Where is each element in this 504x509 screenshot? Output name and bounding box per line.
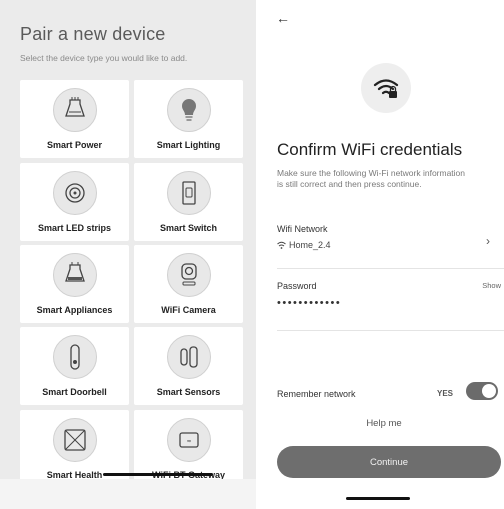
device-tile-label: Smart Lighting — [156, 140, 221, 150]
device-picker-screen: Pair a new device Select the device type… — [0, 0, 256, 509]
wall-switch-icon — [166, 171, 211, 215]
device-tile-label: Smart Power — [46, 140, 103, 150]
toggle-knob — [482, 384, 496, 398]
wifi-lock-icon — [361, 63, 411, 113]
remember-state-text: YES — [437, 389, 454, 398]
sensor-icon — [166, 335, 211, 379]
device-tile-smart-doorbell[interactable]: Smart Doorbell — [20, 327, 129, 405]
light-bulb-icon — [166, 88, 211, 132]
camera-icon — [166, 253, 211, 297]
home-indicator — [346, 497, 410, 500]
divider — [277, 330, 504, 331]
device-tile-label: Smart LED strips — [37, 223, 112, 233]
device-tile-smart-sensors[interactable]: Smart Sensors — [134, 327, 243, 405]
device-tile-wifi-bt-gateway[interactable]: ≈ WiFi BT Gateway — [134, 410, 243, 488]
device-tile-smart-power[interactable]: Smart Power — [20, 80, 129, 158]
help-link[interactable]: Help me — [264, 418, 504, 429]
device-tile-smart-led-strips[interactable]: Smart LED strips — [20, 163, 129, 241]
wifi-icon — [277, 241, 286, 249]
page-title: Pair a new device — [20, 24, 166, 44]
back-arrow-icon[interactable]: ← — [276, 10, 290, 26]
wifi-credentials-screen: ← Confirm WiFi credentials Make sure the… — [264, 0, 504, 509]
divider — [277, 268, 504, 269]
device-tile-label: Smart Appliances — [36, 305, 113, 315]
remember-network-label: Remember network — [277, 389, 356, 399]
appliance-icon — [52, 253, 97, 297]
device-tile-label: WiFi Camera — [161, 305, 216, 315]
device-tile-wifi-camera[interactable]: WiFi Camera — [134, 245, 243, 323]
home-indicator — [103, 473, 213, 476]
doorbell-icon — [52, 335, 97, 379]
password-field[interactable]: •••••••••••• — [277, 297, 341, 309]
power-strip-icon — [52, 88, 97, 132]
scale-icon — [52, 418, 97, 462]
led-strip-icon — [52, 171, 97, 215]
device-tile-label: Smart Switch — [159, 223, 217, 233]
device-tile-label: Smart Doorbell — [42, 387, 107, 397]
wifi-network-row[interactable]: Home_2.4 — [277, 240, 331, 250]
device-tile-smart-lighting[interactable]: Smart Lighting — [134, 80, 243, 158]
device-tile-label: Smart Sensors — [156, 387, 221, 397]
bottom-fade — [0, 479, 256, 509]
page-subtitle: Select the device type you would like to… — [20, 53, 188, 63]
password-label: Password — [277, 281, 317, 291]
wifi-network-value: Home_2.4 — [289, 240, 331, 250]
wifi-network-label: Wifi Network — [277, 224, 328, 234]
remember-network-toggle[interactable] — [466, 382, 498, 400]
page-description: Make sure the following Wi-Fi network in… — [277, 168, 466, 189]
show-password-button[interactable]: Show — [482, 281, 501, 290]
device-tile-smart-appliances[interactable]: Smart Appliances — [20, 245, 129, 323]
svg-text:≈: ≈ — [186, 438, 191, 445]
page-title: Confirm WiFi credentials — [277, 140, 463, 159]
chevron-right-icon[interactable]: › — [486, 234, 490, 248]
device-tile-smart-health[interactable]: Smart Health — [20, 410, 129, 488]
continue-button[interactable]: Continue — [277, 446, 501, 478]
gateway-icon: ≈ — [166, 418, 211, 462]
device-tile-smart-switch[interactable]: Smart Switch — [134, 163, 243, 241]
